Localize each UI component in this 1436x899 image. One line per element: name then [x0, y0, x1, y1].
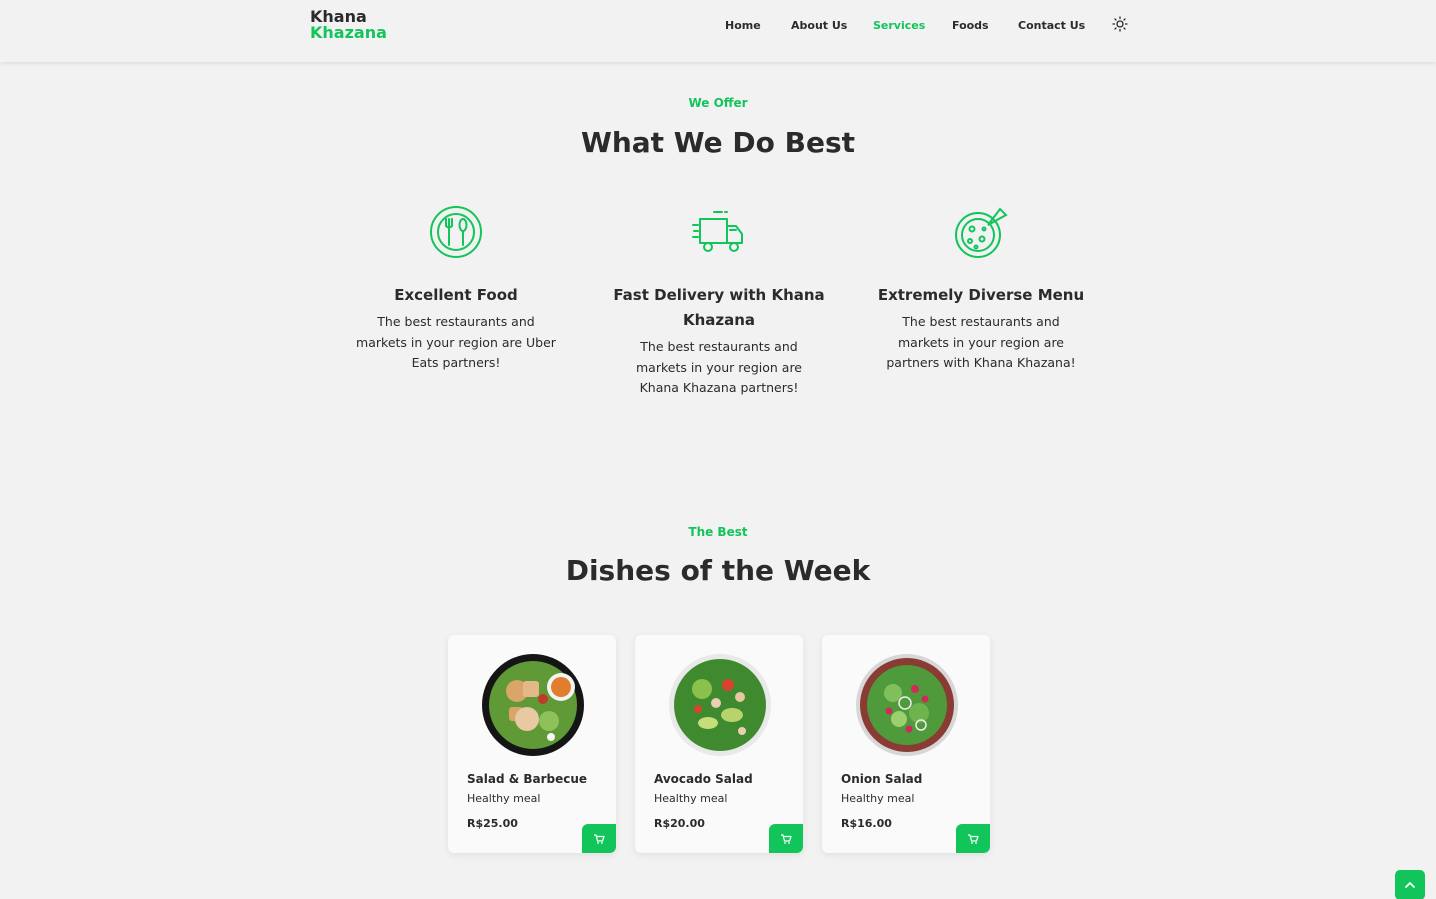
cart-icon	[968, 833, 979, 844]
dish-name: Salad & Barbecue	[467, 772, 588, 786]
brand-logo[interactable]: Khana Khazana	[310, 9, 387, 41]
add-to-cart-button[interactable]	[769, 824, 803, 853]
service-text: The best restaurants and markets in your…	[886, 314, 1076, 370]
site-header: Khana Khazana Home About Us Services Foo…	[0, 0, 1436, 62]
nav-contact-us[interactable]: Contact Us	[1018, 19, 1085, 32]
nav-about-us[interactable]: About Us	[791, 19, 847, 32]
dishes-subtitle: The Best	[688, 525, 748, 539]
dish-name: Avocado Salad	[654, 772, 753, 786]
dish-price: R$16.00	[841, 817, 892, 830]
service-text: The best restaurants and markets in your…	[635, 339, 802, 395]
brand-line-2: Khazana	[310, 23, 387, 42]
service-title: Fast Delivery with Khana Khazana	[613, 286, 825, 329]
avocado-salad-image	[669, 654, 771, 756]
chevron-up-icon	[1405, 882, 1415, 888]
services-title: What We Do Best	[580, 126, 856, 159]
add-to-cart-button[interactable]	[582, 824, 616, 853]
dishes-title: Dishes of the Week	[565, 554, 871, 587]
service-title: Extremely Diverse Menu	[877, 286, 1085, 304]
nav-home[interactable]: Home	[725, 19, 761, 32]
dish-name: Onion Salad	[841, 772, 923, 786]
service-text: The best restaurants and markets in your…	[356, 314, 556, 370]
dish-card-salad-barbecue[interactable]: Salad & Barbecue Healthy meal R$25.00	[448, 635, 616, 853]
service-excellent-food: Excellent Food The best restaurants and …	[341, 205, 571, 374]
nav-foods[interactable]: Foods	[952, 19, 989, 32]
cart-icon	[594, 833, 605, 844]
dish-desc: Healthy meal	[654, 792, 728, 805]
cart-icon	[781, 833, 792, 844]
salad-barbecue-image	[482, 654, 584, 756]
onion-salad-image	[856, 654, 958, 756]
service-fast-delivery: Fast Delivery with Khana Khazana The bes…	[604, 205, 834, 399]
delivery-truck-icon	[692, 211, 743, 252]
service-diverse-menu: Extremely Diverse Menu The best restaura…	[866, 205, 1096, 374]
dish-price: R$20.00	[654, 817, 705, 830]
services-subtitle: We Offer	[688, 96, 748, 110]
add-to-cart-button[interactable]	[956, 824, 990, 853]
dish-card-avocado-salad[interactable]: Avocado Salad Healthy meal R$20.00	[635, 635, 803, 853]
pizza-icon	[955, 207, 1008, 258]
scroll-top-button[interactable]	[1395, 870, 1425, 899]
dish-desc: Healthy meal	[841, 792, 915, 805]
nav-services[interactable]: Services	[873, 19, 925, 32]
dish-card-onion-salad[interactable]: Onion Salad Healthy meal R$16.00	[822, 635, 990, 853]
dish-desc: Healthy meal	[467, 792, 541, 805]
food-plate-icon	[430, 206, 482, 258]
service-title: Excellent Food	[394, 286, 518, 304]
dish-price: R$25.00	[467, 817, 518, 830]
sun-icon[interactable]	[1112, 16, 1128, 32]
